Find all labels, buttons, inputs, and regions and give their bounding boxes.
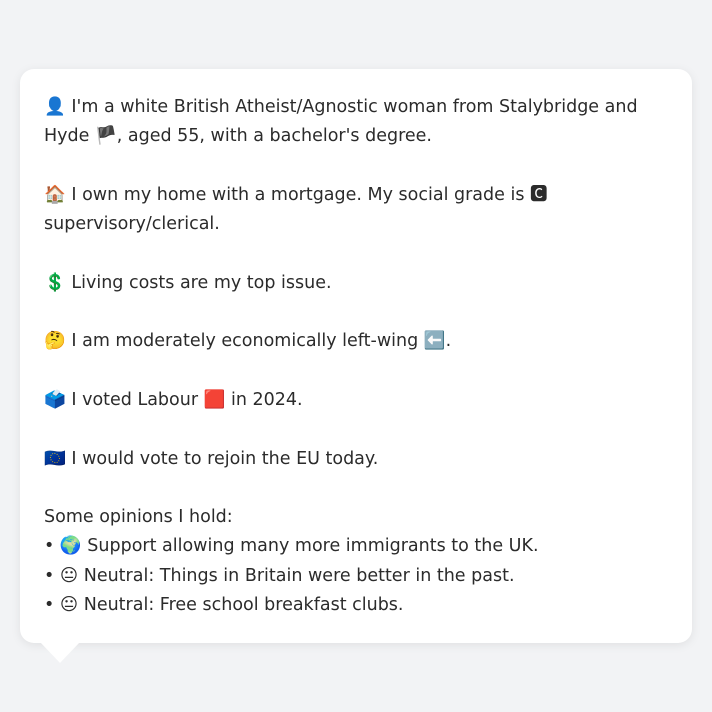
eu-text: I would vote to rejoin the EU today.	[71, 448, 379, 469]
opinion-text: Support allowing many more immigrants to…	[87, 536, 539, 557]
issue-paragraph: 💲 Living costs are my top issue.	[44, 269, 668, 298]
house-icon: 🏠	[44, 184, 66, 205]
globe-icon: 🌍	[59, 536, 82, 557]
bullet: •	[44, 595, 55, 616]
left-arrow-icon: ⬅️	[423, 331, 446, 352]
list-item: • 🌍 Support allowing many more immigrant…	[44, 532, 668, 561]
opinions-section: Some opinions I hold: • 🌍 Support allowi…	[44, 503, 668, 620]
home-text-continued: supervisory/clerical.	[44, 214, 220, 235]
person-icon: 👤	[44, 97, 66, 117]
profile-card: 👤 I'm a white British Atheist/Agnostic w…	[20, 69, 692, 643]
england-flag-icon: 🏴	[94, 126, 117, 147]
home-paragraph: 🏠 I own my home with a mortgage. My soci…	[44, 181, 668, 240]
vote-text-continued: in 2024.	[225, 389, 303, 410]
home-text: I own my home with a mortgage. My social…	[71, 184, 531, 205]
opinion-text: Neutral: Things in Britain were better i…	[83, 565, 515, 586]
neutral-face-icon: 😐	[59, 595, 79, 616]
economics-paragraph: 🤔 I am moderately economically left-wing…	[44, 327, 668, 356]
economics-text: I am moderately economically left-wing	[71, 331, 424, 352]
speech-bubble-tail	[40, 642, 80, 663]
eu-flag-icon: 🇪🇺	[44, 448, 66, 469]
dollar-icon: 💲	[44, 272, 66, 293]
list-item: • 😐 Neutral: Free school breakfast clubs…	[44, 591, 668, 620]
bullet: •	[44, 536, 55, 557]
thinking-face-icon: 🤔	[44, 331, 66, 352]
eu-paragraph: 🇪🇺 I would vote to rejoin the EU today.	[44, 445, 668, 474]
neutral-face-icon: 😐	[59, 565, 79, 586]
intro-text-continued: , aged 55, with a bachelor's degree.	[116, 126, 432, 147]
list-item: • 😐 Neutral: Things in Britain were bett…	[44, 562, 668, 591]
opinions-heading: Some opinions I hold:	[44, 507, 233, 528]
red-square-icon: 🟥	[203, 389, 226, 410]
bullet: •	[44, 565, 55, 586]
economics-suffix: .	[445, 331, 452, 352]
grade-c-icon: 🅲	[530, 184, 548, 205]
vote-paragraph: 🗳️ I voted Labour 🟥 in 2024.	[44, 386, 668, 415]
intro-paragraph: 👤 I'm a white British Atheist/Agnostic w…	[44, 93, 668, 152]
opinion-text: Neutral: Free school breakfast clubs.	[83, 595, 404, 616]
ballot-box-icon: 🗳️	[44, 389, 66, 410]
vote-text: I voted Labour	[71, 389, 204, 410]
issue-text: Living costs are my top issue.	[71, 272, 332, 293]
